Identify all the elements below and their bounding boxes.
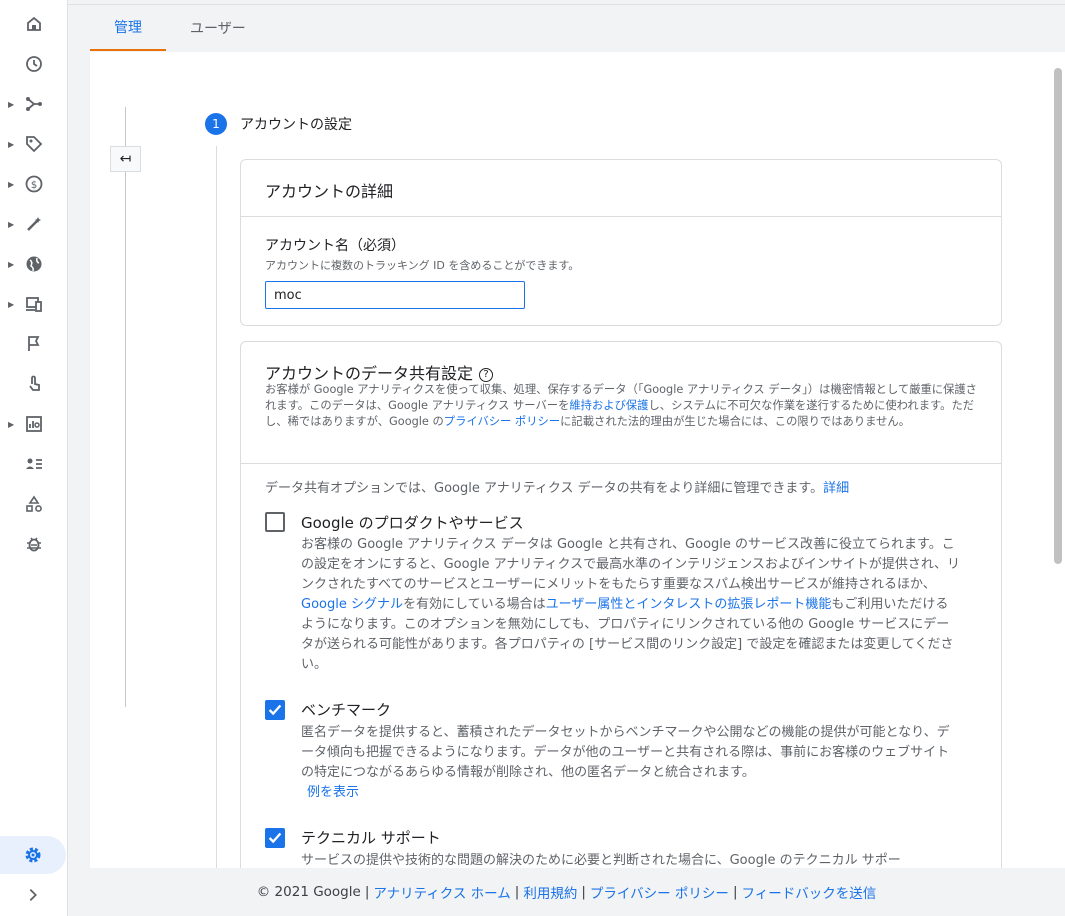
stepper-rail (125, 107, 126, 707)
scrollbar-thumb[interactable] (1054, 68, 1062, 564)
tech-support-title: テクニカル サポート (301, 829, 441, 847)
sharing-options-intro: データ共有オプションでは、Google アナリティクス データの共有をより詳細に… (265, 479, 981, 499)
scrollbar[interactable] (1051, 52, 1065, 868)
footer-separator: | (514, 884, 520, 900)
left-nav: ▶ ▶ ▶ $ ▶ ▶ ▶ ▶ (0, 0, 68, 916)
account-details-title: アカウントの詳細 (265, 182, 394, 201)
help-icon[interactable]: ? (479, 367, 494, 382)
footer-link-feedback[interactable]: フィードバックを送信 (742, 882, 877, 902)
expand-caret-icon[interactable]: ▶ (8, 420, 14, 429)
benchmark-checkbox[interactable] (265, 700, 285, 720)
desc-text: お客様の Google アナリティクス データは Google と共有され、Go… (301, 537, 961, 592)
data-sharing-title: アカウントのデータ共有設定? (265, 360, 494, 384)
data-sharing-intro: お客様が Google アナリティクスを使って収集、処理、保存するデータ（「Go… (265, 382, 981, 430)
expand-caret-icon[interactable]: ▶ (8, 300, 14, 309)
magic-wand-icon[interactable] (18, 208, 50, 240)
footer-link-terms[interactable]: 利用規約 (523, 882, 577, 902)
svg-text:$: $ (31, 180, 37, 191)
account-name-input[interactable] (265, 281, 525, 309)
touch-icon[interactable] (18, 368, 50, 400)
main-area: 管理 ユーザー ↤ 1 アカウントの設定 アカウントの詳細 アカウント名（必須）… (68, 0, 1065, 916)
data-sharing-title-text: アカウントのデータ共有設定 (265, 364, 474, 383)
dollar-icon[interactable]: $ (18, 168, 50, 200)
benchmark-title: ベンチマーク (301, 701, 392, 719)
footer: © 2021 Google | アナリティクス ホーム | 利用規約 | プライ… (68, 868, 1065, 916)
copyright: © 2021 Google (256, 884, 361, 900)
expand-caret-icon[interactable]: ▶ (8, 140, 14, 149)
google-products-title: Google のプロダクトやサービス (301, 514, 524, 532)
tech-support-desc: サービスの提供や技術的な問題の解決のために必要と判断された場合に、Google … (301, 853, 901, 868)
card-divider (241, 216, 1001, 217)
flag-icon[interactable] (18, 328, 50, 360)
show-example-link[interactable]: 例を表示 (307, 785, 359, 800)
tag-icon[interactable] (18, 128, 50, 160)
account-name-label: アカウント名（必須） (265, 238, 405, 254)
google-signals-link[interactable]: Google シグナル (301, 597, 403, 612)
footer-separator: | (732, 884, 738, 900)
admin-gear-icon[interactable] (0, 836, 66, 874)
tab-admin[interactable]: 管理 (90, 5, 166, 51)
footer-separator: | (581, 884, 586, 900)
chevron-right-icon[interactable] (22, 884, 44, 906)
tab-bar: 管理 ユーザー (90, 5, 270, 51)
privacy-policy-link[interactable]: プライバシー ポリシー (444, 415, 560, 428)
shapes-icon[interactable] (18, 488, 50, 520)
options-intro-text: データ共有オプションでは、Google アナリティクス データの共有をより詳細に… (265, 481, 824, 496)
checkmark-icon (268, 832, 282, 844)
benchmark-desc: 匿名データを提供すると、蓄積されたデータセットからベンチマークや公開などの機能の… (301, 725, 950, 780)
expand-caret-icon[interactable]: ▶ (8, 180, 14, 189)
home-icon[interactable] (18, 8, 50, 40)
audience-list-icon[interactable] (18, 448, 50, 480)
clock-icon[interactable] (18, 48, 50, 80)
expand-caret-icon[interactable]: ▶ (8, 220, 14, 229)
account-name-hint: アカウントに複数のトラッキング ID を含めることができます。 (265, 259, 580, 272)
tech-support-checkbox[interactable] (265, 828, 285, 848)
step-label: アカウントの設定 (240, 117, 352, 133)
acquisition-icon[interactable] (18, 88, 50, 120)
maintain-protect-link[interactable]: 維持および保護 (569, 399, 648, 412)
devices-icon[interactable] (18, 288, 50, 320)
desc-text: を有効にしている場合は (402, 597, 546, 612)
account-details-card: アカウントの詳細 アカウント名（必須） アカウントに複数のトラッキング ID を… (240, 159, 1002, 326)
details-link[interactable]: 詳細 (823, 481, 849, 496)
expand-caret-icon[interactable]: ▶ (8, 100, 14, 109)
report-search-icon[interactable] (18, 408, 50, 440)
demographics-reports-link[interactable]: ユーザー属性とインタレストの拡張レポート機能 (546, 597, 832, 612)
step-number-badge: 1 (205, 113, 227, 135)
example-row: 例を表示 (307, 783, 967, 803)
google-products-desc: お客様の Google アナリティクス データは Google と共有され、Go… (301, 535, 961, 675)
back-arrow-icon[interactable]: ↤ (110, 146, 141, 172)
content-panel: ↤ 1 アカウントの設定 アカウントの詳細 アカウント名（必須） アカウントに複… (90, 52, 1051, 868)
footer-separator: | (364, 884, 370, 900)
tab-users[interactable]: ユーザー (166, 5, 270, 51)
debug-bug-icon[interactable] (18, 528, 50, 560)
globe-icon[interactable] (18, 248, 50, 280)
footer-link-analytics-home[interactable]: アナリティクス ホーム (373, 882, 510, 902)
checkmark-icon (268, 704, 282, 716)
intro-text-3: に記載された法的理由が生じた場合には、この限りではありません。 (560, 415, 910, 428)
card-divider (241, 463, 1001, 464)
google-products-checkbox[interactable] (265, 512, 285, 532)
data-sharing-card: アカウントのデータ共有設定? お客様が Google アナリティクスを使って収集… (240, 341, 1002, 868)
expand-caret-icon[interactable]: ▶ (8, 260, 14, 269)
step-connector-line (216, 146, 217, 868)
footer-link-privacy[interactable]: プライバシー ポリシー (590, 882, 729, 902)
